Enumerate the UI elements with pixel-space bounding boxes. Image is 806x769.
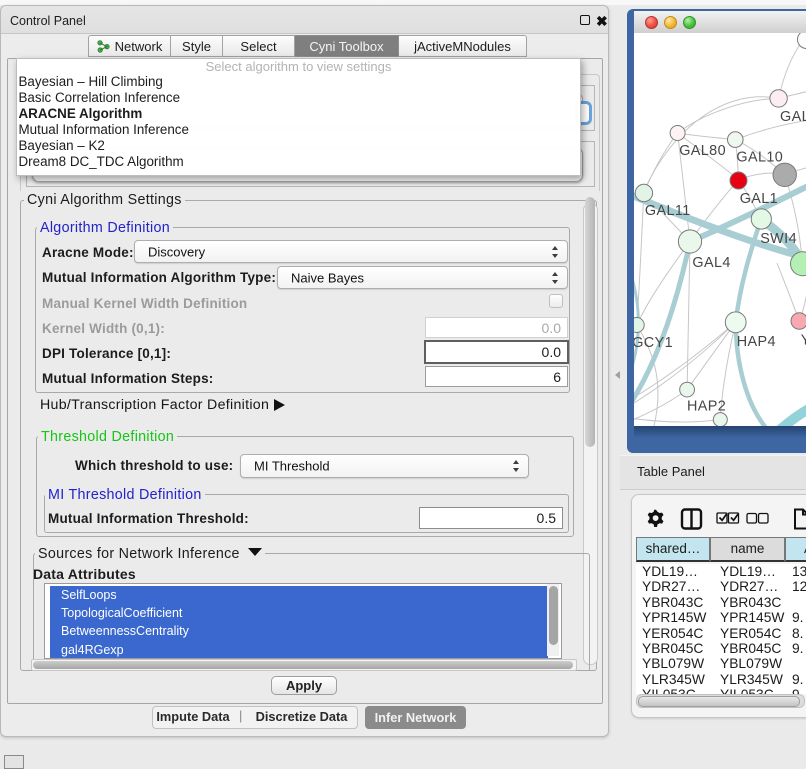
svg-text:GAL1: GAL1 <box>740 191 778 207</box>
svg-text:SWI4: SWI4 <box>760 231 797 247</box>
svg-text:HAP2: HAP2 <box>687 399 726 415</box>
svg-text:GAL11: GAL11 <box>645 203 691 219</box>
svg-text:GAL10: GAL10 <box>736 150 783 166</box>
svg-text:GCY1: GCY1 <box>634 335 673 351</box>
svg-text:GAL80: GAL80 <box>679 143 726 159</box>
svg-text:Y: Y <box>801 333 806 349</box>
svg-text:HAP4: HAP4 <box>737 334 776 350</box>
svg-text:GAL4: GAL4 <box>692 255 730 271</box>
svg-text:GAL7: GAL7 <box>780 109 806 125</box>
